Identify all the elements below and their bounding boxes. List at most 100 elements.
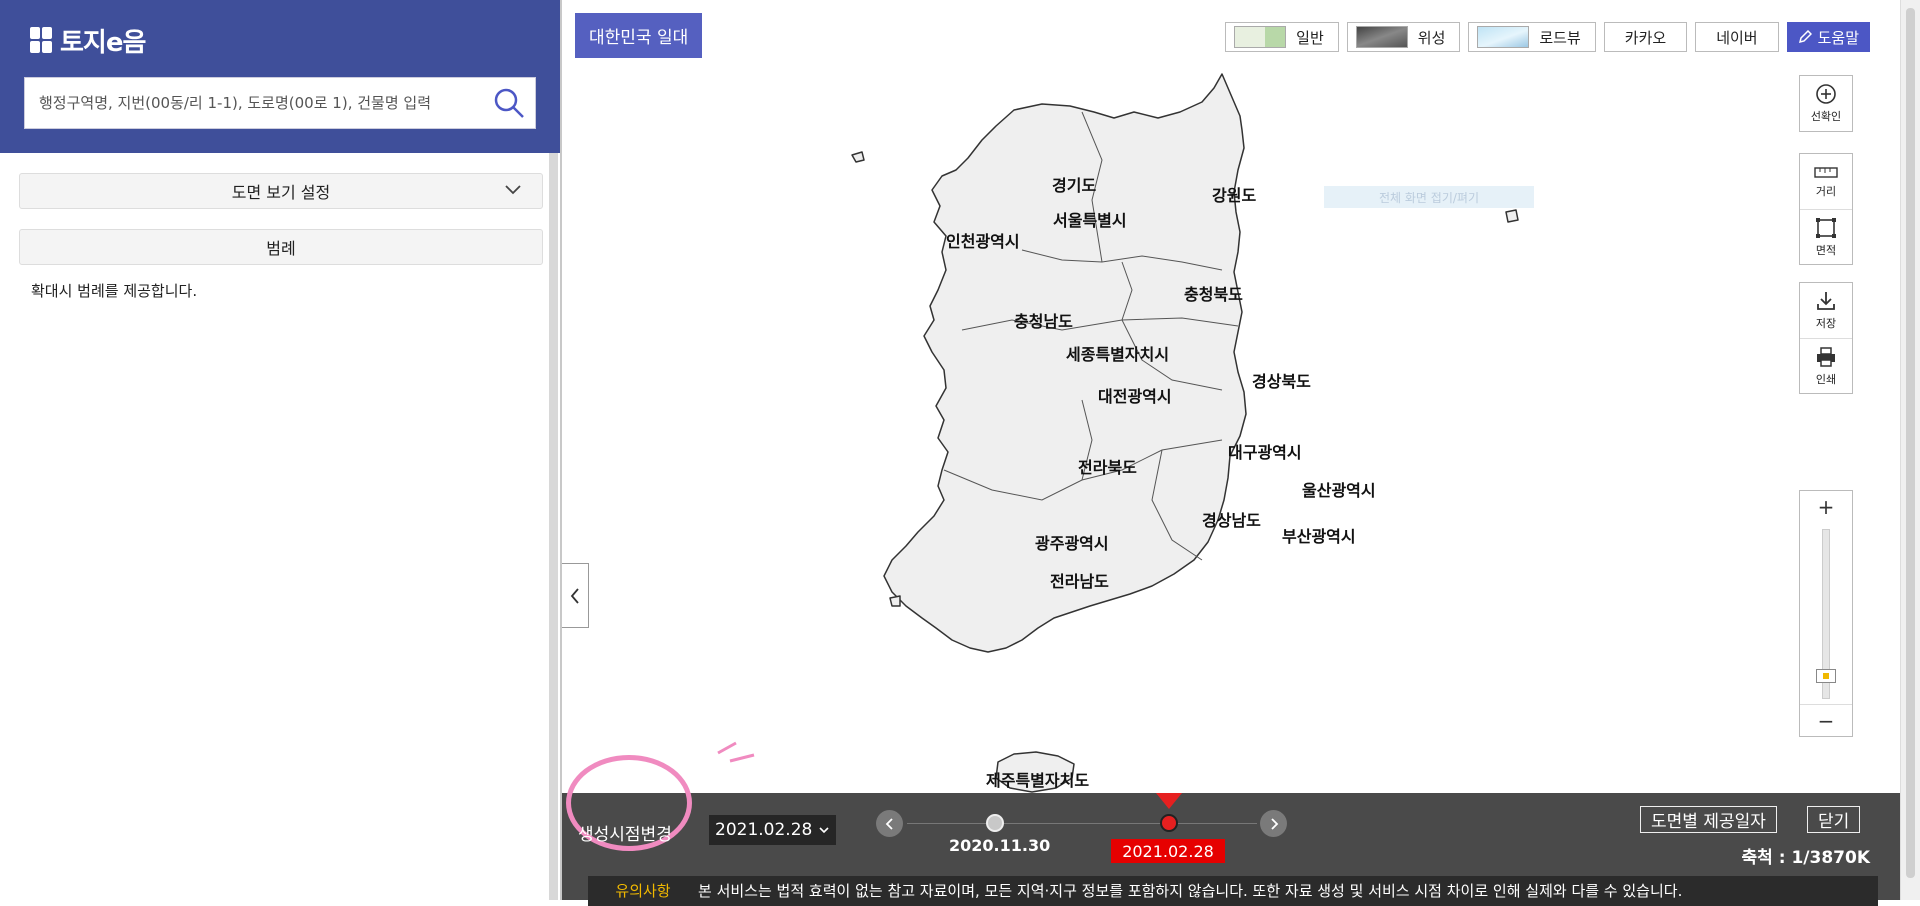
islet-3 xyxy=(889,595,901,607)
distance-tool[interactable]: 거리 xyxy=(1800,154,1852,209)
current-point-marker-icon xyxy=(1156,793,1182,809)
close-timeline-button[interactable]: 닫기 xyxy=(1807,806,1861,833)
zoom-slider-handle[interactable] xyxy=(1816,668,1836,683)
maptype-normal-label: 일반 xyxy=(1296,28,1324,47)
logo-icon xyxy=(30,27,52,53)
chevron-left-icon xyxy=(570,587,579,604)
timeline-next-button[interactable] xyxy=(1260,810,1287,837)
select-confirm-tool[interactable]: 선확인 xyxy=(1800,76,1852,131)
normal-map-thumbnail-icon xyxy=(1234,26,1287,48)
region-label-jeju[interactable]: 제주특별자치도 xyxy=(986,771,1089,790)
chevron-right-icon xyxy=(1270,817,1278,830)
date-select[interactable]: 2021.02.28 xyxy=(709,815,837,845)
page-scrollbar-thumb[interactable] xyxy=(1906,8,1915,878)
maptype-naver-label: 네이버 xyxy=(1716,28,1758,47)
pencil-icon xyxy=(1798,30,1812,44)
select-tool-label: 선확인 xyxy=(1810,110,1842,123)
pink-sparkle-marks xyxy=(717,741,755,763)
legend-header[interactable]: 범례 xyxy=(19,229,543,265)
region-label-seoul[interactable]: 서울특별시 xyxy=(1053,211,1127,230)
region-label-chungnam[interactable]: 충청남도 xyxy=(1014,312,1073,331)
region-label-gwangju[interactable]: 광주광역시 xyxy=(1035,534,1109,553)
zoom-out-button[interactable]: − xyxy=(1800,704,1852,736)
maptype-kakao-label: 카카오 xyxy=(1624,28,1667,47)
region-label-gyeongnam[interactable]: 경상남도 xyxy=(1202,511,1261,530)
output-tool-group: 저장 인쇄 xyxy=(1799,282,1853,394)
chevron-down-icon xyxy=(505,185,521,195)
search-box xyxy=(24,77,536,129)
collapse-panel-button[interactable] xyxy=(562,563,589,628)
region-label-daegu[interactable]: 대구광역시 xyxy=(1228,443,1302,462)
region-label-jeonnam[interactable]: 전라남도 xyxy=(1050,572,1109,591)
left-header: 토지e음 xyxy=(0,0,560,153)
provide-date-button[interactable]: 도면별 제공일자 xyxy=(1640,806,1777,833)
print-tool[interactable]: 인쇄 xyxy=(1800,338,1852,393)
map-scale: 축척 : 1/3870K xyxy=(1741,848,1870,868)
legend-note: 확대시 범례를 제공합니다. xyxy=(31,282,198,300)
left-panel: 토지e음 도면 보기 설정 범례 확대시 범례를 제공합니다. xyxy=(0,0,560,900)
roadview-thumbnail-icon xyxy=(1477,26,1530,48)
region-label-incheon[interactable]: 인천광역시 xyxy=(946,232,1020,251)
logo-text: 토지e음 xyxy=(60,27,146,58)
maptype-roadview-button[interactable]: 로드뷰 xyxy=(1468,22,1596,52)
islet-2 xyxy=(1505,209,1519,223)
timeline-bar: 생성시점변경 2021.02.28 2020.11.30 2021.02.28 … xyxy=(562,741,1900,906)
region-label-sejong[interactable]: 세종특별자치시 xyxy=(1066,345,1169,364)
download-icon xyxy=(1817,292,1835,310)
ruler-icon xyxy=(1814,167,1838,178)
timeline-prev-button[interactable] xyxy=(876,810,903,837)
search-input[interactable] xyxy=(25,78,483,128)
map-type-selector: 일반 위성 로드뷰 카카오 네이버 도움말 xyxy=(1225,22,1870,52)
region-label-busan[interactable]: 부산광역시 xyxy=(1282,527,1356,546)
chevron-left-icon xyxy=(885,817,893,830)
maptype-satellite-button[interactable]: 위성 xyxy=(1346,22,1461,52)
view-settings-toggle[interactable]: 도면 보기 설정 xyxy=(19,173,543,209)
chevron-down-icon xyxy=(819,827,829,834)
mainland-outline xyxy=(883,73,1247,653)
maptype-roadview-label: 로드뷰 xyxy=(1539,28,1581,47)
plus-circle-icon xyxy=(1816,84,1836,104)
search-icon xyxy=(494,88,524,118)
notice-text: 본 서비스는 법적 효력이 없는 참고 자료이며, 모든 지역·지구 정보를 포… xyxy=(698,882,1683,900)
region-label-chungbuk[interactable]: 충청북도 xyxy=(1184,285,1243,304)
region-label-jeonbuk[interactable]: 전라북도 xyxy=(1078,458,1137,477)
satellite-thumbnail-icon xyxy=(1355,26,1408,48)
timeline-node-2020-11-30[interactable] xyxy=(986,814,1004,832)
search-button[interactable] xyxy=(483,77,535,129)
maptype-normal-button[interactable]: 일반 xyxy=(1225,22,1339,52)
region-label-ulsan[interactable]: 울산광역시 xyxy=(1302,481,1376,500)
app-logo[interactable]: 토지e음 xyxy=(30,24,146,58)
area-tool-label: 면적 xyxy=(1815,243,1837,257)
timeline-node-2021-02-28[interactable] xyxy=(1160,814,1178,832)
area-square-icon xyxy=(1816,217,1836,238)
printer-icon xyxy=(1817,346,1835,367)
measure-tool-group: 거리 면적 xyxy=(1799,153,1853,265)
region-label-gangwon[interactable]: 강원도 xyxy=(1212,186,1256,205)
fullscreen-hint: 전체 화면 접기/펴기 xyxy=(1324,186,1534,208)
zoom-control: + − xyxy=(1799,490,1853,737)
selected-date-value: 2021.02.28 xyxy=(715,820,813,840)
maptype-kakao-button[interactable]: 카카오 xyxy=(1603,22,1688,52)
help-button[interactable]: 도움말 xyxy=(1786,22,1870,52)
print-tool-label: 인쇄 xyxy=(1815,372,1837,386)
save-tool[interactable]: 저장 xyxy=(1800,283,1852,338)
timeline-track xyxy=(907,823,1257,824)
korea-land xyxy=(851,73,1519,793)
maptype-naver-button[interactable]: 네이버 xyxy=(1695,22,1779,52)
current-region-tag: 대한민국 일대 xyxy=(575,13,703,58)
region-label-gyeongbuk[interactable]: 경상북도 xyxy=(1252,372,1311,391)
zoom-in-button[interactable]: + xyxy=(1800,491,1852,523)
islet-1 xyxy=(851,151,865,163)
region-label-daejeon[interactable]: 대전광역시 xyxy=(1098,387,1172,406)
page-scrollbar[interactable] xyxy=(1900,0,1920,900)
save-tool-label: 저장 xyxy=(1815,317,1837,330)
select-tool-group: 선확인 xyxy=(1799,75,1853,132)
region-label-gyeonggi[interactable]: 경기도 xyxy=(1052,176,1096,195)
timeline-date-label-selected: 2021.02.28 xyxy=(1111,839,1225,863)
left-panel-scrollbar[interactable] xyxy=(549,153,558,900)
area-tool[interactable]: 면적 xyxy=(1800,209,1852,264)
generation-time-change-label: 생성시점변경 xyxy=(578,825,672,845)
notice-bar: 유의사항 본 서비스는 법적 효력이 없는 참고 자료이며, 모든 지역·지구 … xyxy=(588,876,1878,906)
notice-title: 유의사항 xyxy=(615,882,671,900)
help-label: 도움말 xyxy=(1817,28,1859,47)
